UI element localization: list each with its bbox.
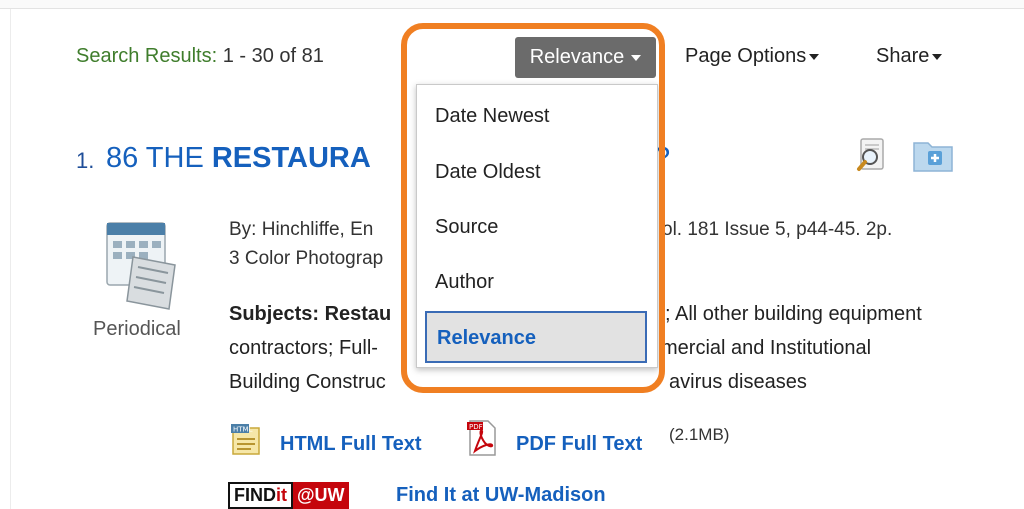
- find-it-at-uw-madison-link[interactable]: Find It at UW-Madison: [396, 484, 606, 507]
- result-title-prefix: 86 THE: [106, 142, 212, 174]
- result-number: 1.: [76, 148, 95, 173]
- findit-uw-logo: FINDit @UW: [228, 482, 349, 509]
- sort-button-label: Relevance: [529, 46, 625, 68]
- findit-logo-find: FIND: [234, 485, 276, 505]
- sort-option-relevance-label: Relevance: [437, 327, 536, 349]
- byline-line-2: 3 Color Photograp: [229, 248, 384, 269]
- byline-part-b: ol. 181 Issue 5, p44-45. 2p.: [662, 219, 893, 240]
- subjects-part-3b: avirus diseases: [669, 371, 807, 393]
- preview-magnifier-icon[interactable]: [854, 137, 890, 173]
- subjects-label: Subjects: Restau: [229, 303, 392, 325]
- result-title-bold: RESTAURA: [211, 142, 371, 174]
- search-results-count: Search Results: 1 - 30 of 81: [76, 45, 324, 68]
- html-document-icon: HTML: [231, 424, 260, 455]
- svg-text:HTML: HTML: [233, 426, 253, 434]
- publication-type-label: Periodical: [93, 318, 181, 340]
- pdf-document-icon: PDF: [467, 420, 496, 456]
- pdf-full-text-link[interactable]: PDF Full Text: [516, 433, 642, 456]
- results-range: 1 - 30 of 81: [222, 45, 324, 67]
- findit-logo-it: it: [276, 485, 287, 505]
- subjects-part-3: Building Construc: [229, 371, 386, 393]
- add-to-folder-icon[interactable]: [912, 137, 954, 173]
- caret-down-icon: [809, 53, 820, 60]
- share-label: Share: [876, 45, 930, 67]
- page-options-button[interactable]: Page Options: [685, 45, 820, 68]
- pdf-file-size: (2.1MB): [669, 425, 730, 444]
- sort-option-relevance[interactable]: Relevance: [425, 311, 647, 363]
- subjects-part-2b: mercial and Institutional: [661, 337, 872, 359]
- sort-option-source[interactable]: Source: [435, 216, 498, 239]
- sort-option-date-newest[interactable]: Date Newest: [435, 105, 550, 128]
- sort-dropdown-menu: Date Newest Date Oldest Source Author Re…: [416, 84, 658, 368]
- byline-part-a: By: Hinchliffe, En: [229, 219, 374, 240]
- result-title-link[interactable]: 86 THE RESTAURA: [106, 142, 371, 175]
- results-label: Search Results:: [76, 45, 218, 67]
- html-full-text-link[interactable]: HTML Full Text: [280, 433, 421, 456]
- share-button[interactable]: Share: [876, 45, 943, 68]
- subjects-part-1b: ; All other building equipment: [665, 303, 922, 325]
- page-options-label: Page Options: [685, 45, 807, 67]
- left-border: [10, 9, 11, 509]
- top-border: [0, 0, 1024, 9]
- caret-down-icon: [631, 54, 642, 61]
- findit-logo-uw: @UW: [293, 482, 349, 509]
- sort-option-date-oldest[interactable]: Date Oldest: [435, 161, 541, 184]
- caret-down-icon: [932, 53, 943, 60]
- subjects-part-2a: contractors; Full-: [229, 337, 378, 359]
- sort-option-author[interactable]: Author: [435, 271, 494, 294]
- sort-button[interactable]: Relevance: [515, 37, 656, 78]
- periodical-icon: [106, 222, 176, 310]
